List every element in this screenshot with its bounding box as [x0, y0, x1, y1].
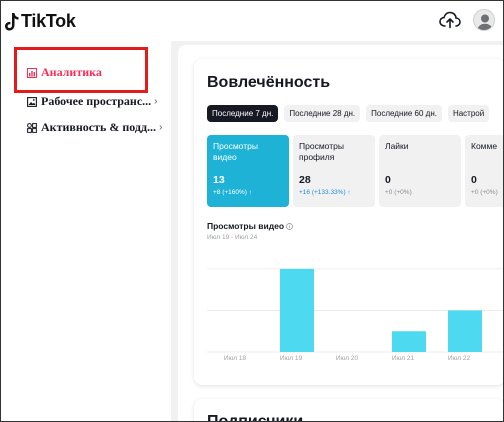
metric-label: Лайки — [385, 141, 409, 151]
metric-label: Комме — [471, 141, 498, 151]
avatar[interactable] — [473, 9, 495, 31]
metric-change: +0 (+0%) — [385, 189, 412, 196]
chart-x-tick-label: Июл 20 — [336, 355, 359, 362]
engagement-title: Вовлечённость — [207, 74, 331, 91]
metric-value: 0 — [385, 174, 391, 186]
metric-label: Просмотры профиля — [299, 141, 344, 162]
chart-title: Просмотры видео — [207, 221, 293, 231]
grid-icon — [27, 122, 37, 133]
metric-change: +8 (+160%) ↑ — [213, 189, 253, 196]
metric-value: 28 — [299, 174, 311, 186]
highlight-annotation-box — [14, 47, 148, 93]
info-icon[interactable] — [286, 223, 293, 230]
chart-x-tick-label: Июл 22 — [448, 355, 471, 362]
app-window: TikTok Аналитика Рабочее пространс... › … — [0, 0, 504, 422]
metric-label: Просмотры видео — [213, 141, 258, 162]
sidebar-item-workspace[interactable]: Рабочее пространс... › — [27, 94, 158, 109]
chart-x-tick-label: Июл 18 — [224, 355, 247, 362]
metric-change: +16 (+133.33%) ↑ — [299, 189, 351, 196]
followers-title: Подписчики — [207, 413, 304, 422]
cloud-upload-icon[interactable] — [439, 11, 461, 29]
chart-x-tick-label: Июл 21 — [392, 355, 415, 362]
user-silhouette-icon — [477, 14, 493, 30]
sidebar-item-label: Активность & подд... — [41, 120, 157, 134]
tab-last-28-days[interactable]: Последние 28 дн. — [284, 105, 361, 122]
followers-card: Подписчики — [194, 399, 503, 422]
tiktok-note-icon — [5, 12, 19, 30]
video-views-chart: Июл 18Июл 19Июл 20Июл 21Июл 22Июл 23 — [207, 268, 503, 362]
metric-change: +0 (+0%) — [471, 189, 498, 196]
metric-comments[interactable]: Комме 0 +0 (+0%) — [465, 135, 503, 207]
tab-last-7-days[interactable]: Последние 7 дн. — [207, 105, 279, 122]
chart-date-range: Июл 19 - Июл 24 — [207, 234, 258, 241]
metric-video-views[interactable]: Просмотры видео 13 +8 (+160%) ↑ — [207, 135, 289, 207]
period-tabs: Последние 7 дн. Последние 28 дн. Последн… — [207, 105, 490, 122]
tiktok-logo[interactable]: TikTok — [5, 11, 76, 32]
chart-bar[interactable] — [280, 268, 314, 352]
tab-custom[interactable]: Настрой — [447, 105, 490, 122]
chart-x-tick-label: Июл 19 — [280, 355, 303, 362]
image-icon — [27, 96, 37, 107]
metric-profile-views[interactable]: Просмотры профиля 28 +16 (+133.33%) ↑ — [293, 135, 375, 207]
metric-value: 13 — [213, 174, 225, 186]
engagement-card: Вовлечённость Последние 7 дн. Последние … — [194, 59, 503, 385]
chart-bar[interactable] — [448, 310, 482, 352]
tab-last-60-days[interactable]: Последние 60 дн. — [366, 105, 442, 122]
sidebar-item-label: Рабочее пространс... — [41, 94, 152, 108]
sidebar-item-activity-support[interactable]: Активность & подд... › — [27, 120, 162, 135]
chart-bar[interactable] — [392, 331, 426, 352]
chevron-right-icon: › — [154, 96, 158, 107]
chart-title-text: Просмотры видео — [207, 221, 285, 231]
chevron-right-icon: › — [159, 122, 163, 133]
metric-value: 0 — [471, 174, 477, 186]
top-header: TikTok — [1, 1, 503, 41]
metric-likes[interactable]: Лайки 0 +0 (+0%) — [379, 135, 461, 207]
metric-cards: Просмотры видео 13 +8 (+160%) ↑ Просмотр… — [207, 135, 503, 207]
app-name: TikTok — [21, 11, 76, 31]
